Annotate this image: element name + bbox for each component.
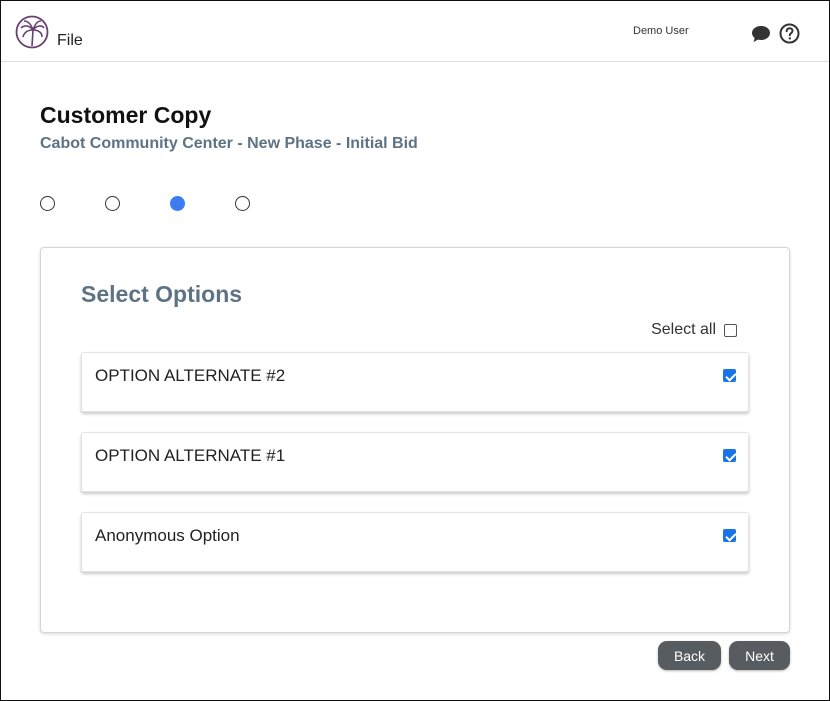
step-2-dot[interactable] <box>105 196 120 211</box>
option-checkbox[interactable] <box>723 369 736 382</box>
option-row[interactable]: OPTION ALTERNATE #2 <box>81 352 749 412</box>
top-bar: File Demo User <box>1 1 829 62</box>
select-all-checkbox[interactable] <box>724 323 737 337</box>
page-subtitle: Cabot Community Center - New Phase - Ini… <box>40 135 418 152</box>
step-1-dot[interactable] <box>40 196 55 211</box>
option-label: Anonymous Option <box>95 526 240 545</box>
step-4-dot[interactable] <box>235 196 250 211</box>
back-button[interactable]: Back <box>658 641 721 670</box>
option-row[interactable]: Anonymous Option <box>81 512 749 572</box>
next-button[interactable]: Next <box>729 641 790 670</box>
page-title: Customer Copy <box>40 102 212 128</box>
option-checkbox[interactable] <box>723 529 736 542</box>
user-name[interactable]: Demo User <box>633 25 689 37</box>
help-circle-icon[interactable] <box>779 23 800 44</box>
option-label: OPTION ALTERNATE #1 <box>95 446 286 465</box>
option-label: OPTION ALTERNATE #2 <box>95 366 286 385</box>
select-all-control[interactable]: Select all <box>651 321 737 339</box>
file-menu[interactable]: File <box>57 32 83 50</box>
select-options-card: Select Options Select all OPTION ALTERNA… <box>40 247 790 633</box>
chat-bubble-icon[interactable] <box>751 25 771 43</box>
select-all-label: Select all <box>651 321 716 338</box>
card-title: Select Options <box>81 281 243 307</box>
palm-tree-logo[interactable] <box>15 15 49 49</box>
step-3-dot-active[interactable] <box>170 196 185 211</box>
option-row[interactable]: OPTION ALTERNATE #1 <box>81 432 749 492</box>
option-checkbox[interactable] <box>723 449 736 462</box>
